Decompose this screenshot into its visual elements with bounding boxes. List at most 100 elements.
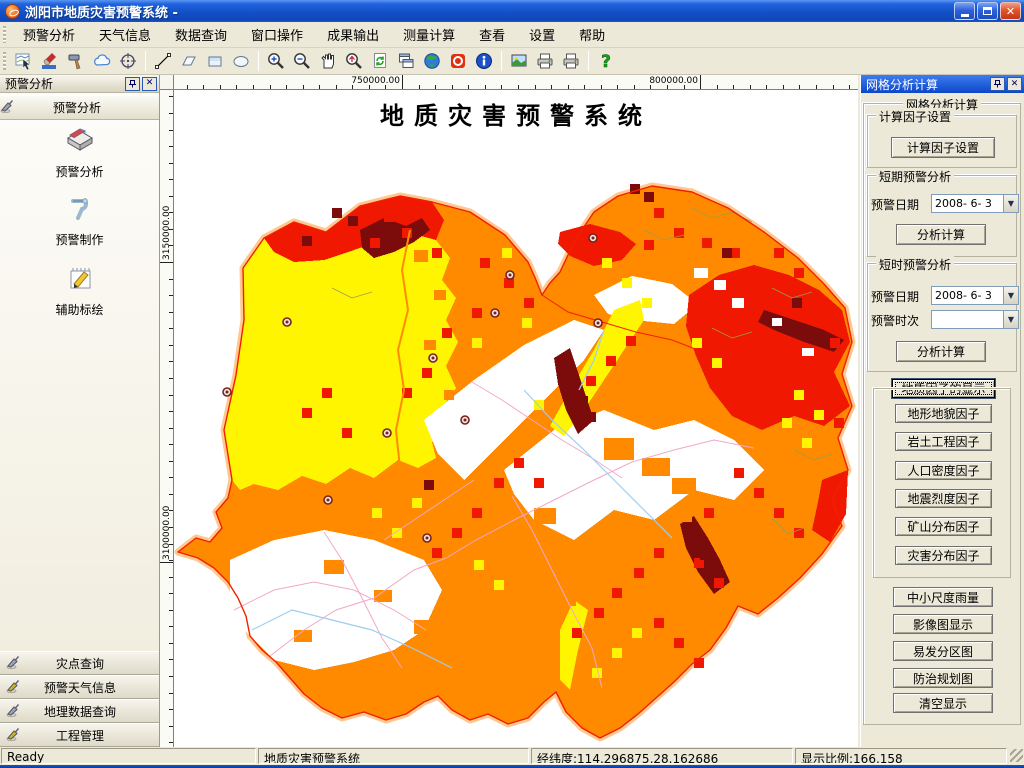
line-tool-icon[interactable] [151,49,175,73]
menu-data-query[interactable]: 数据查询 [163,22,239,47]
restore-button[interactable] [977,2,998,20]
info-icon[interactable] [472,49,496,73]
bar-label: 灾点查询 [55,656,104,671]
close-icon[interactable]: ✕ [142,76,157,91]
factor-setting-button[interactable]: 计算因子设置 [891,137,995,158]
btn-clear-display[interactable]: 清空显示 [893,693,993,713]
menu-warning-analysis[interactable]: 预警分析 [11,22,87,47]
hammer-icon[interactable] [64,49,88,73]
btn-prevention-plan[interactable]: 防治规划图 [893,668,993,688]
map-canvas[interactable]: 地质灾害预警系统 [174,90,858,747]
left-panel-title: 预警分析 [5,77,54,91]
menu-window-ops[interactable]: 窗口操作 [239,22,315,47]
ruler-corner [160,75,174,90]
pan-hand-icon[interactable] [316,49,340,73]
titlebar: 浏阳市地质灾害预警系统 - ✕ [0,0,1024,22]
short-time-analyze-button[interactable]: 分析计算 [896,341,986,362]
globe-icon[interactable] [420,49,444,73]
bottom-project-manage[interactable]: 工程管理 [0,723,159,747]
pin-icon[interactable] [125,76,140,91]
short-time-hour-label: 预警时次 [871,314,920,328]
menu-view[interactable]: 查看 [467,22,517,47]
cloud-icon[interactable] [90,49,114,73]
window-title: 浏阳市地质灾害预警系统 - [25,5,178,21]
item-label: 预警分析 [55,165,104,179]
left-panel: 预警分析 ✕ 预警分析 预警分析预警制作辅助标绘 灾点查询预警天气信息 地理数据查… [0,75,160,747]
book-icon [0,124,159,160]
app-window: 浏阳市地质灾害预警系统 - ✕ 预警分析 天气信息 数据查询 窗口操作 成果输出 测量计算… [0,0,1024,768]
menubar-grip[interactable] [3,25,6,44]
btn-seismic-factor[interactable]: 地震烈度因子 [895,489,992,508]
btn-terrain-factor[interactable]: 地形地貌因子 [895,404,992,423]
short-time-hour-combo[interactable]: ▼ [931,310,1019,329]
left-group-header[interactable]: 预警分析 [0,95,159,120]
btn-rainfall-scale[interactable]: 中小尺度雨量 [893,587,993,607]
risk-map[interactable] [174,90,858,747]
tool-icon [0,192,159,228]
crosshair-icon[interactable] [116,49,140,73]
polygon-tool-icon[interactable] [177,49,201,73]
stop-icon[interactable] [446,49,470,73]
right-panel-title: 网格分析计算 [866,77,939,92]
short-time-hour-value [932,311,1003,328]
item-warning-analysis[interactable]: 预警分析 [0,124,159,180]
bar-label: 预警天气信息 [43,680,116,695]
bar-label: 地理数据查询 [43,704,116,719]
paint-brush-icon[interactable] [38,49,62,73]
ruler-label-x: 750000.00 [351,76,400,86]
ruler-label-y: 3100000.00 [162,505,172,560]
item-warning-make[interactable]: 预警制作 [0,192,159,248]
btn-mine-factor[interactable]: 矿山分布因子 [895,517,992,536]
item-label: 辅助标绘 [55,303,104,317]
menu-measure-calc[interactable]: 测量计算 [391,22,467,47]
bottom-geo-data-query[interactable]: 地理数据查询 [0,699,159,723]
menu-weather-info[interactable]: 天气信息 [87,22,163,47]
btn-geotech-factor[interactable]: 岩土工程因子 [895,432,992,451]
short-time-date-combo[interactable]: 2008- 6- 3 ▼ [931,286,1019,305]
close-button[interactable]: ✕ [1000,2,1021,20]
help-icon[interactable]: ? [594,49,618,73]
btn-susceptibility-map[interactable]: 易发分区图 [893,641,993,661]
copy-windows-icon[interactable] [394,49,418,73]
rectangle-tool-icon[interactable] [203,49,227,73]
bottom-warning-weather[interactable]: 预警天气信息 [0,675,159,699]
ruler-top: 750000.00 800000.00 [174,75,858,90]
zoom-extent-icon[interactable] [342,49,366,73]
pen-icon [6,679,21,696]
menu-help[interactable]: 帮助 [567,22,617,47]
bottom-disaster-query[interactable]: 灾点查询 [0,651,159,675]
app-icon [5,3,20,19]
brush-icon [6,655,21,672]
resize-grip[interactable] [1010,749,1023,762]
toolbar-grip[interactable] [3,51,6,71]
menu-settings[interactable]: 设置 [517,22,567,47]
print-icon[interactable] [533,49,557,73]
left-group-title: 预警分析 [52,101,101,115]
btn-disaster-factor[interactable]: 灾害分布因子 [895,546,992,565]
ellipse-tool-icon[interactable] [229,49,253,73]
map-title: 地质灾害预警系统 [380,101,652,130]
chevron-down-icon[interactable]: ▼ [1003,311,1018,328]
grid-analysis-panel: 网格分析计算 计算因子设置 计算因子设置 短期预警分析 预警日期 2008- 6… [861,93,1024,747]
item-label: 预警制作 [55,233,104,247]
short-time-date-label: 预警日期 [871,290,920,304]
zoom-out-icon[interactable] [290,49,314,73]
short-term-date-combo[interactable]: 2008- 6- 3 ▼ [931,194,1019,213]
chevron-down-icon[interactable]: ▼ [1003,287,1018,304]
edit-map-icon[interactable] [12,49,36,73]
print-setup-icon[interactable] [559,49,583,73]
short-term-analyze-button[interactable]: 分析计算 [896,224,986,245]
refresh-icon[interactable] [368,49,392,73]
chevron-down-icon[interactable]: ▼ [1003,195,1018,212]
menu-result-output[interactable]: 成果输出 [315,22,391,47]
minimize-button[interactable] [954,2,975,20]
brush-icon [0,99,15,116]
zoom-in-icon[interactable] [264,49,288,73]
btn-image-display[interactable]: 影像图显示 [893,614,993,634]
pin-icon[interactable] [990,77,1005,91]
image-view-icon[interactable] [507,49,531,73]
item-aux-draw[interactable]: 辅助标绘 [0,262,159,318]
btn-population-factor[interactable]: 人口密度因子 [895,461,992,480]
menubar: 预警分析 天气信息 数据查询 窗口操作 成果输出 测量计算 查看 设置 帮助 [0,22,1024,48]
close-icon[interactable]: ✕ [1007,77,1022,91]
